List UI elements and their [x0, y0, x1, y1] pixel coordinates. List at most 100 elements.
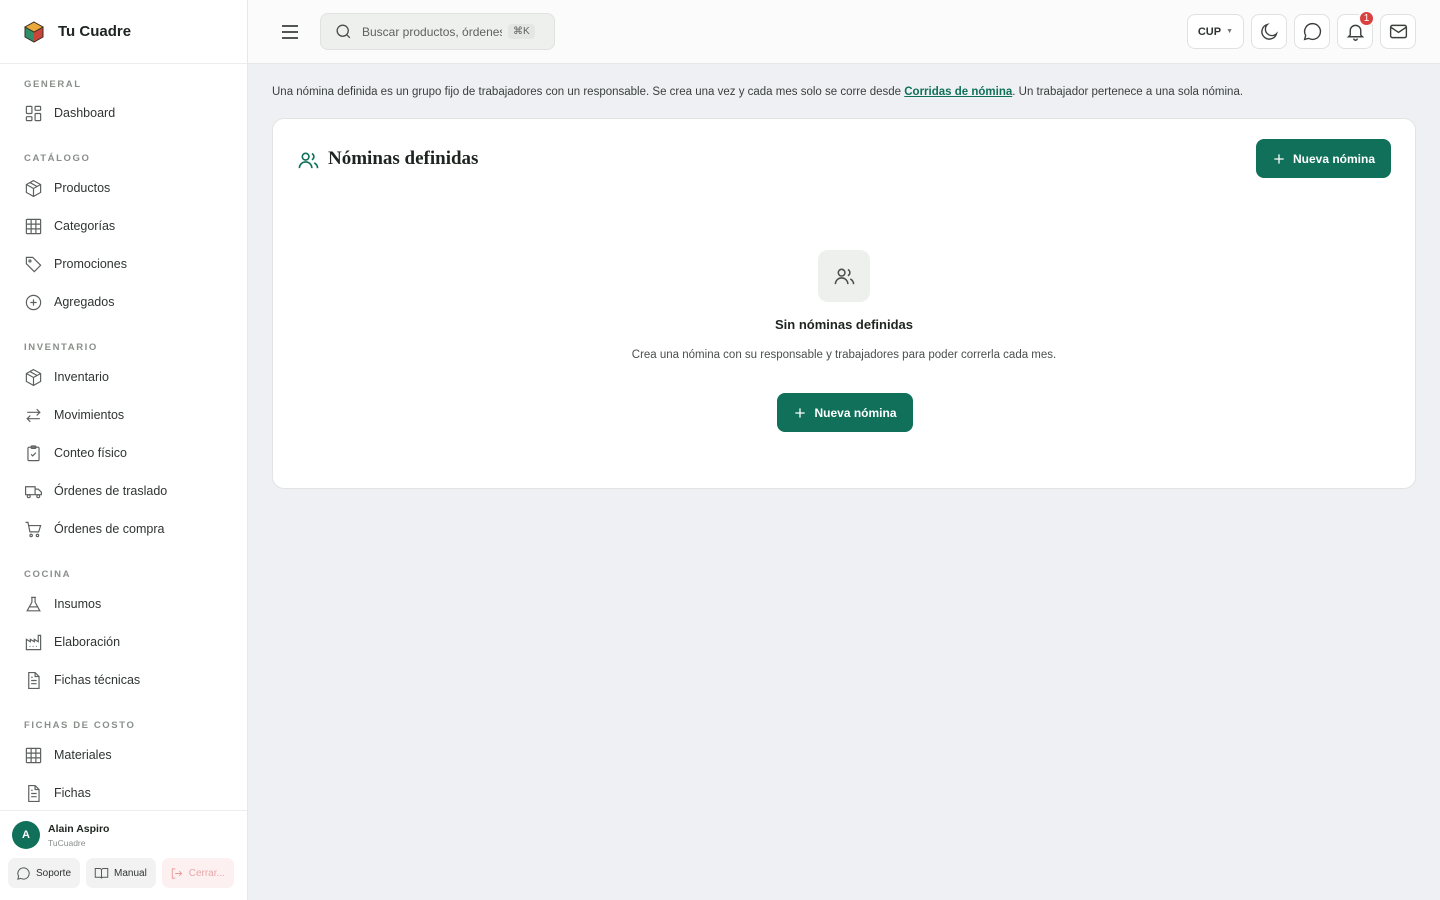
menu-toggle-button[interactable]	[278, 20, 302, 44]
notification-badge: 1	[1358, 10, 1375, 27]
page-title: Nóminas definidas	[328, 147, 479, 169]
sidebar-item-label: Movimientos	[54, 408, 125, 422]
sidebar-item-label: Productos	[54, 181, 111, 195]
sidebar-item-promociones[interactable]: Promociones	[0, 245, 247, 283]
truck-icon	[24, 482, 43, 501]
mail-icon	[1389, 24, 1407, 39]
sidebar-item-insumos[interactable]: Insumos	[0, 585, 247, 623]
section-title-inventario: INVENTARIO	[24, 342, 98, 353]
sidebar-item-label: Conteo físico	[54, 446, 127, 460]
brand-name: Tu Cuadre	[58, 23, 132, 40]
sidebar-item-ordenes-compra[interactable]: Órdenes de compra	[0, 510, 247, 548]
empty-state-icon	[818, 250, 870, 302]
support-button[interactable]: Soporte	[8, 858, 81, 888]
messages-button[interactable]	[1294, 14, 1330, 49]
payroll-runs-link[interactable]: Corridas de nómina	[904, 86, 1012, 98]
sidebar-item-label: Fichas técnicas	[54, 673, 141, 687]
search-shortcut: ⌘K	[508, 24, 535, 39]
sidebar-item-dashboard[interactable]: Dashboard	[0, 94, 247, 132]
theme-toggle-button[interactable]	[1251, 14, 1287, 49]
logout-label: Cerrar...	[188, 867, 225, 879]
flask-icon	[24, 595, 43, 614]
brand[interactable]: Tu Cuadre	[0, 0, 247, 64]
clipboard-check-icon	[24, 444, 43, 463]
avatar: A	[12, 821, 40, 849]
grid-icon	[24, 746, 43, 765]
plus-circle-icon	[24, 293, 43, 312]
user-name: Alain Aspiro	[48, 822, 110, 835]
cube-logo-icon	[23, 20, 45, 43]
sidebar-item-label: Insumos	[54, 597, 102, 611]
dashboard-icon	[24, 104, 43, 123]
user-panel: A Alain Aspiro TuCuadre Soporte Manual C…	[0, 810, 247, 900]
manual-label: Manual	[114, 867, 147, 879]
sidebar-item-label: Categorías	[54, 219, 116, 233]
sidebar-item-label: Elaboración	[54, 635, 121, 649]
sidebar-item-label: Materiales	[54, 748, 112, 762]
sidebar-item-label: Órdenes de traslado	[54, 484, 168, 498]
empty-new-payroll-button[interactable]: Nueva nómina	[777, 393, 913, 432]
logout-icon	[171, 867, 183, 879]
sidebar-item-fichas[interactable]: Fichas	[0, 774, 247, 810]
sidebar-item-ordenes-traslado[interactable]: Órdenes de traslado	[0, 472, 247, 510]
box-icon	[24, 179, 43, 198]
sidebar-item-label: Órdenes de compra	[54, 522, 165, 536]
manual-button[interactable]: Manual	[86, 858, 156, 888]
section-title-cocina: COCINA	[24, 569, 72, 580]
sidebar-item-label: Agregados	[54, 295, 115, 309]
plus-icon	[795, 407, 806, 418]
document-icon	[24, 671, 43, 690]
factory-icon	[24, 633, 43, 652]
document-icon	[24, 784, 43, 803]
search-input[interactable]	[362, 24, 502, 39]
empty-state-title: Sin nóminas definidas	[775, 317, 913, 332]
sidebar-item-label: Fichas	[54, 786, 91, 800]
info-text-after: . Un trabajador pertenece a una sola nóm…	[1012, 86, 1244, 98]
sidebar-item-materiales[interactable]: Materiales	[0, 736, 247, 774]
chat-icon	[17, 866, 30, 880]
sidebar-item-fichas-tecnicas[interactable]: Fichas técnicas	[0, 661, 247, 699]
sidebar-item-elaboracion[interactable]: Elaboración	[0, 623, 247, 661]
currency-value: CUP	[1197, 25, 1222, 38]
search-box[interactable]: ⌘K	[320, 13, 555, 50]
sidebar-item-label: Inventario	[54, 370, 109, 384]
empty-new-payroll-label: Nueva nómina	[814, 405, 897, 420]
chevron-down-icon: ▼	[1226, 28, 1233, 35]
sidebar-item-conteo-fisico[interactable]: Conteo físico	[0, 434, 247, 472]
currency-select[interactable]: CUP ▼	[1186, 14, 1244, 49]
sidebar-item-categorias[interactable]: Categorías	[0, 207, 247, 245]
new-payroll-button[interactable]: Nueva nómina	[1256, 139, 1391, 178]
sidebar-item-label: Promociones	[54, 257, 127, 271]
box-icon	[24, 368, 43, 387]
sidebar-nav: GENERAL Dashboard CATÁLOGO Productos Cat…	[0, 64, 247, 810]
arrows-icon	[24, 406, 43, 425]
sidebar: Tu Cuadre GENERAL Dashboard CATÁLOGO Pro…	[0, 0, 248, 900]
defined-payrolls-card: Nóminas definidas Nueva nómina Sin nómin…	[272, 118, 1416, 489]
logout-button[interactable]: Cerrar...	[161, 858, 234, 888]
sidebar-item-productos[interactable]: Productos	[0, 169, 247, 207]
user-org: TuCuadre	[48, 837, 86, 848]
section-title-catalogo: CATÁLOGO	[24, 153, 91, 164]
users-icon	[834, 268, 854, 284]
hamburger-icon	[282, 25, 298, 39]
cart-icon	[24, 520, 43, 539]
info-description: Una nómina definida es un grupo fijo de …	[272, 86, 1243, 98]
notifications-button[interactable]: 1	[1337, 10, 1375, 49]
tag-icon	[24, 255, 43, 274]
users-icon	[298, 152, 319, 169]
sidebar-item-label: Dashboard	[54, 106, 116, 120]
sidebar-item-movimientos[interactable]: Movimientos	[0, 396, 247, 434]
support-label: Soporte	[36, 867, 72, 879]
sidebar-item-agregados[interactable]: Agregados	[0, 283, 247, 321]
plus-icon	[1274, 153, 1284, 164]
user-profile[interactable]: A Alain Aspiro TuCuadre	[0, 811, 247, 849]
empty-state-description: Crea una nómina con su responsable y tra…	[631, 349, 1057, 361]
topbar: ⌘K CUP ▼ 1	[248, 0, 1440, 64]
book-icon	[94, 867, 109, 879]
mail-button[interactable]	[1380, 14, 1416, 49]
sidebar-item-inventario[interactable]: Inventario	[0, 358, 247, 396]
chat-icon	[1303, 22, 1321, 41]
section-title-fichas-costo: FICHAS DE COSTO	[24, 720, 136, 731]
section-title-general: GENERAL	[24, 79, 82, 90]
grid-icon	[24, 217, 43, 236]
